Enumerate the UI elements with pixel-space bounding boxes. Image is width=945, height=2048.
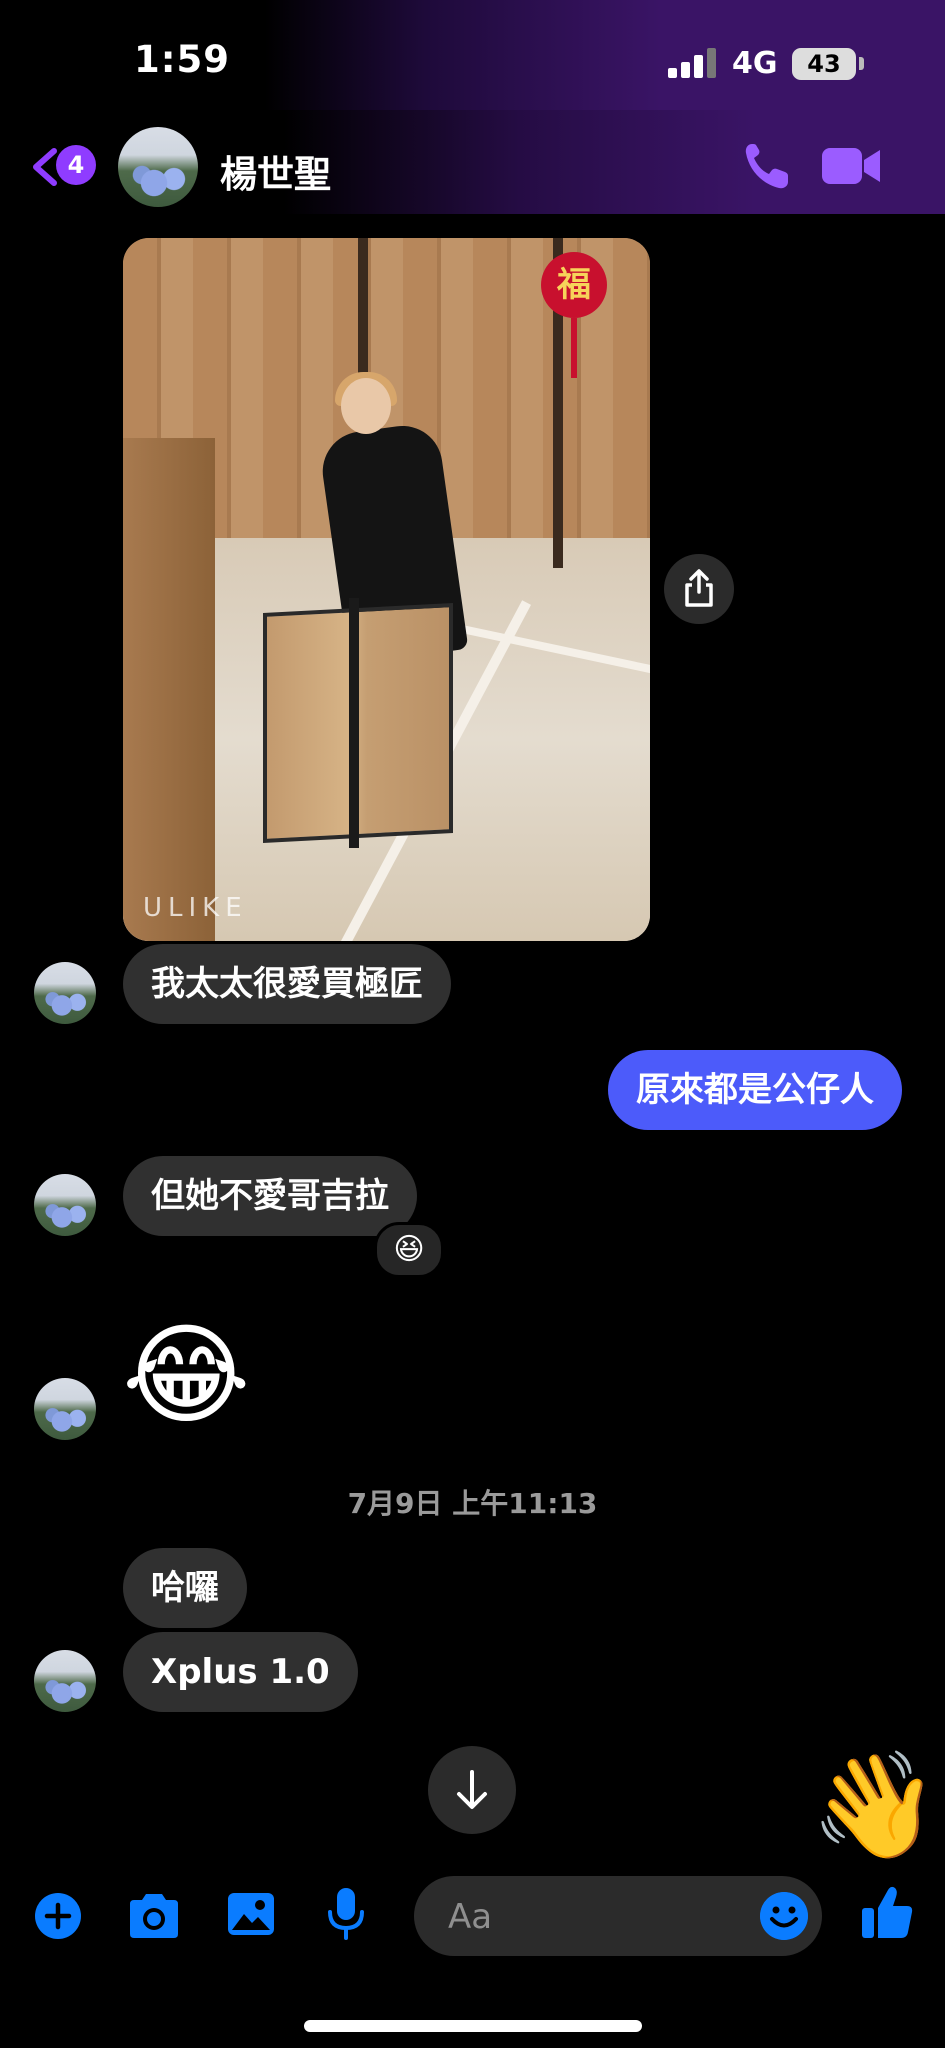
sender-avatar[interactable] [34,962,96,1024]
contact-name[interactable]: 楊世聖 [220,144,331,198]
share-button[interactable] [664,554,734,624]
incoming-message[interactable]: 哈囉 [123,1548,247,1628]
outgoing-message[interactable]: 原來都是公仔人 [608,1050,902,1130]
photo-person-head [341,378,391,434]
incoming-message[interactable]: 但她不愛哥吉拉 [123,1156,417,1236]
photo-attachment[interactable]: 福 ULIKE [123,238,650,941]
photo-box-strap [349,598,359,848]
home-indicator[interactable] [304,2020,642,2032]
video-call-icon[interactable] [820,144,882,188]
photo-fu-sign: 福 [541,252,607,318]
microphone-icon[interactable] [326,1886,366,1942]
plus-icon[interactable] [34,1892,82,1940]
message-input-field[interactable] [414,1876,822,1958]
emoji-icon[interactable] [760,1892,808,1940]
message-input[interactable] [446,1876,750,1958]
photo-watermark: ULIKE [143,893,248,923]
cellular-signal-icon [668,48,720,78]
incoming-message[interactable]: 我太太很愛買極匠 [123,944,451,1024]
emoji-message[interactable]: 😂 [122,1310,251,1440]
arrow-down-icon [457,1770,487,1809]
phone-call-icon[interactable] [742,140,790,192]
photo-fu-tassel [571,318,577,378]
scroll-to-bottom-button[interactable] [428,1746,516,1834]
sender-avatar[interactable] [34,1378,96,1440]
wave-greeting-button[interactable]: 👋 [810,1745,940,1865]
message-reaction[interactable]: 😆 [374,1222,444,1278]
battery-tip [859,57,864,70]
date-divider: 7月9日 上午11:13 [347,1487,598,1520]
gallery-icon[interactable] [226,1890,276,1938]
contact-avatar[interactable] [118,127,198,207]
sender-avatar[interactable] [34,1650,96,1712]
status-bar: 1:59 4G 43 [0,0,945,110]
incoming-message[interactable]: Xplus 1.0 [123,1632,358,1712]
unread-count-badge[interactable]: 4 [56,145,96,185]
share-icon [685,569,713,607]
status-time: 1:59 [134,38,231,81]
thumbs-up-icon[interactable] [860,1884,914,1940]
battery-icon: 43 [792,48,856,80]
network-type: 4G [732,46,778,81]
sender-avatar[interactable] [34,1174,96,1236]
photo-cabinet [123,438,215,941]
camera-icon[interactable] [126,1892,182,1940]
